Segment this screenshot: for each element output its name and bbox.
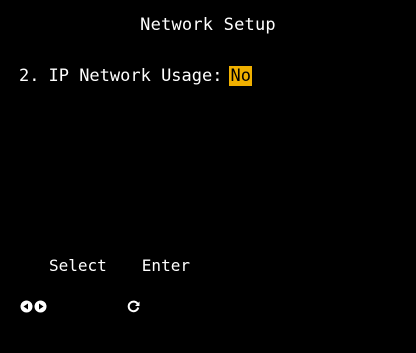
menu-item-number: 2.: [19, 66, 40, 86]
page-title: Network Setup: [140, 15, 276, 35]
right-arrow-circle-icon: [34, 260, 47, 312]
menu-item-value-selected[interactable]: No: [229, 66, 252, 86]
menu-item-label: IP Network Usage:: [48, 66, 223, 86]
enter-circle-arrow-icon: [127, 260, 140, 312]
footer-hints: Select Enter: [20, 256, 190, 312]
network-setup-screen: Network Setup 2. IP Network Usage: No Se…: [0, 0, 416, 312]
menu-item-ip-network-usage[interactable]: 2. IP Network Usage: No: [19, 66, 252, 86]
left-arrow-circle-icon: [20, 260, 33, 312]
enter-hint-label: Enter: [141, 256, 190, 275]
select-hint-label: Select: [49, 256, 107, 275]
